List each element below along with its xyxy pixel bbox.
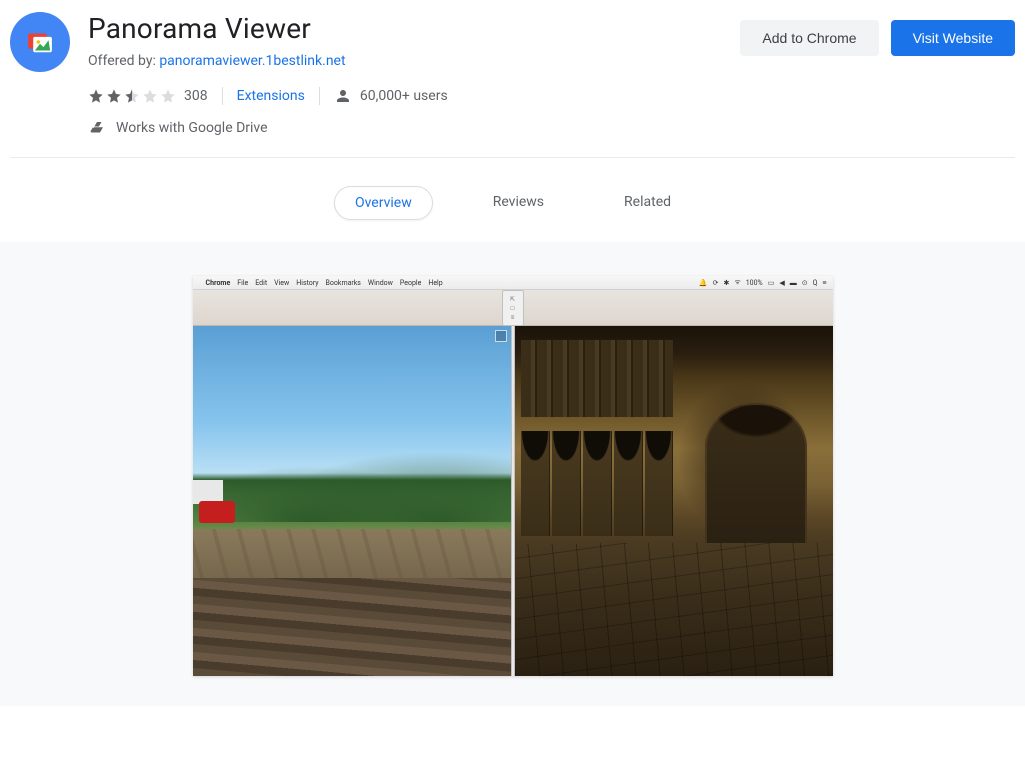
tab-related[interactable]: Related bbox=[604, 186, 691, 220]
star-icon bbox=[106, 88, 122, 104]
mac-menubar: Chrome File Edit View History Bookmarks … bbox=[193, 276, 833, 290]
screenshot-image[interactable]: Chrome File Edit View History Bookmarks … bbox=[193, 276, 833, 676]
user-icon bbox=[334, 87, 352, 105]
panorama-right-pane bbox=[515, 326, 833, 676]
screenshot-gallery: Chrome File Edit View History Bookmarks … bbox=[0, 242, 1025, 706]
star-empty-icon bbox=[160, 88, 176, 104]
visit-website-button[interactable]: Visit Website bbox=[891, 20, 1015, 56]
drive-icon bbox=[88, 119, 106, 137]
tab-overview[interactable]: Overview bbox=[334, 186, 433, 220]
rating-stars[interactable] bbox=[88, 88, 176, 104]
tabs: Overview Reviews Related bbox=[0, 158, 1025, 242]
star-half-icon bbox=[124, 88, 140, 104]
star-icon bbox=[88, 88, 104, 104]
page-title: Panorama Viewer bbox=[88, 12, 720, 45]
rating-count[interactable]: 308 bbox=[184, 88, 208, 104]
splitter-handle-icon: ⇱□≡ bbox=[502, 290, 524, 326]
star-empty-icon bbox=[142, 88, 158, 104]
tab-reviews[interactable]: Reviews bbox=[473, 186, 564, 220]
publisher-link[interactable]: panoramaviewer.1bestlink.net bbox=[159, 53, 345, 69]
users-count: 60,000+ users bbox=[360, 88, 448, 104]
expand-icon bbox=[495, 330, 507, 342]
category-link[interactable]: Extensions bbox=[237, 88, 305, 104]
panorama-left-pane bbox=[193, 326, 511, 676]
drive-label: Works with Google Drive bbox=[116, 120, 268, 136]
offered-by: Offered by: panoramaviewer.1bestlink.net bbox=[88, 53, 720, 69]
add-to-chrome-button[interactable]: Add to Chrome bbox=[740, 20, 878, 56]
app-icon bbox=[10, 12, 70, 72]
divider bbox=[319, 87, 320, 105]
divider bbox=[222, 87, 223, 105]
